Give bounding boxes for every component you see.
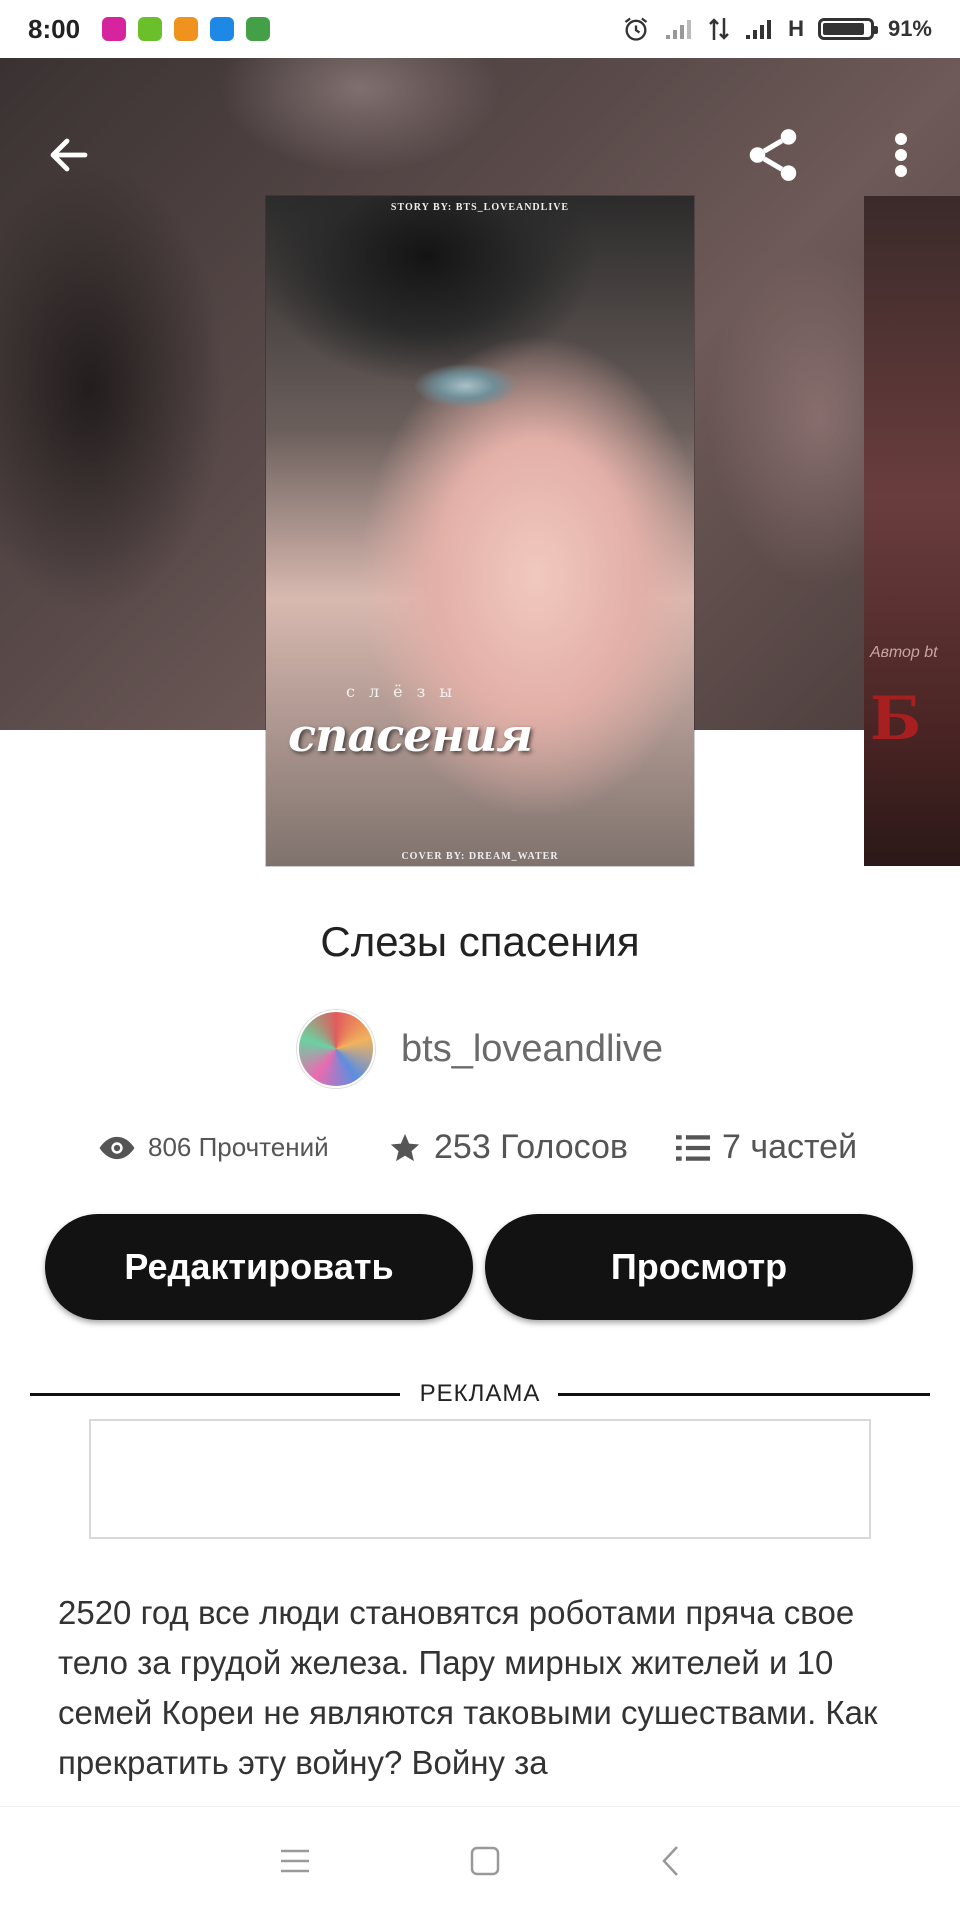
back-button[interactable] <box>34 120 104 190</box>
battery-icon <box>817 18 878 40</box>
story-title: Слезы спасения <box>320 918 640 965</box>
author-name[interactable]: bts_loveandlive <box>401 1028 663 1071</box>
story-description: 2520 год все люди становятся роботами пр… <box>58 1594 878 1781</box>
votes-count: 253 Голосов <box>434 1128 628 1166</box>
next-cover-author: Автор bt <box>870 644 938 661</box>
story-stats: 806 Прочтений 253 Голосов 7 частей <box>0 1128 960 1178</box>
ad-banner[interactable] <box>89 1419 871 1539</box>
brush-icon <box>174 17 199 41</box>
share-button[interactable] <box>738 120 808 190</box>
edit-button[interactable]: Редактировать <box>45 1214 473 1320</box>
cover-subtitle: слёзы <box>346 682 467 701</box>
reads-count: 806 Прочтений <box>148 1132 329 1162</box>
home-square-icon <box>470 1846 500 1876</box>
next-cover-title: Б <box>870 684 922 754</box>
status-bar-left: 8:00 <box>28 13 271 45</box>
cover-title: спасения <box>288 708 533 762</box>
back-nav-button[interactable] <box>659 1844 681 1883</box>
arrow-left-icon <box>50 138 88 172</box>
reads-stat: 806 Прочтений <box>98 1132 329 1163</box>
chevron-left-icon <box>661 1846 678 1876</box>
data-transfer-icon <box>709 18 729 40</box>
more-options-button[interactable] <box>866 120 936 190</box>
share-icon <box>749 129 797 181</box>
home-button[interactable] <box>470 1846 500 1881</box>
status-bar: 8:00 H 91% <box>0 0 960 58</box>
alarm-icon <box>624 17 648 41</box>
cover-credit-top: STORY BY: BTS_LOVEANDLIVE <box>390 202 570 213</box>
parts-stat: 7 частей <box>676 1128 857 1167</box>
menu-icon <box>281 1849 310 1873</box>
eye-icon <box>99 1136 135 1159</box>
author-row[interactable]: bts_loveandlive <box>0 1010 960 1088</box>
signal-icon-2 <box>746 20 772 39</box>
list-icon <box>676 1134 710 1161</box>
android-icon <box>246 17 271 41</box>
story-cover[interactable]: STORY BY: BTS_LOVEANDLIVE слёзы спасения… <box>266 196 694 866</box>
battery-percent: 91% <box>887 16 932 41</box>
clock: 8:00 <box>28 13 81 44</box>
more-vertical-icon <box>895 133 907 177</box>
ad-divider-right <box>558 1393 930 1396</box>
avatar[interactable] <box>297 1010 376 1088</box>
download-icon <box>138 17 163 41</box>
star-icon <box>390 1133 420 1161</box>
upload-icon <box>210 17 235 41</box>
status-bar-right: H 91% <box>622 15 932 43</box>
cover-credit-bottom: COVER BY: DREAM_WATER <box>401 851 559 862</box>
next-story-cover[interactable]: Автор bt Б <box>864 196 960 866</box>
menu-button[interactable] <box>279 1848 311 1879</box>
network-type: H <box>788 16 804 41</box>
signal-icon <box>666 20 692 39</box>
system-navigation-bar <box>0 1806 960 1920</box>
instagram-icon <box>102 17 127 41</box>
votes-stat: 253 Голосов <box>388 1128 628 1167</box>
parts-count: 7 частей <box>722 1128 858 1166</box>
view-button[interactable]: Просмотр <box>485 1214 913 1320</box>
